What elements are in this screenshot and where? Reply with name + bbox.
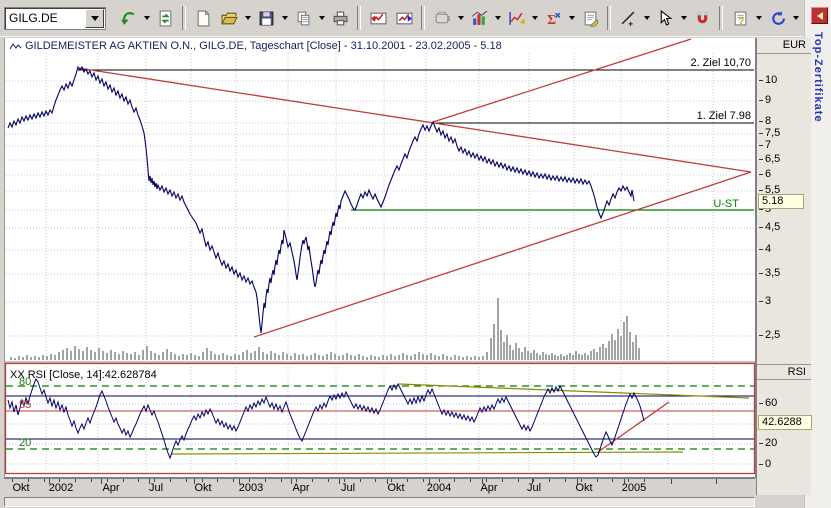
volume-bars [10, 298, 640, 360]
rsi-55-label: 55 [19, 399, 31, 411]
rotate-dropdown[interactable] [791, 7, 800, 29]
price-axis-label: 4,5 [758, 221, 781, 233]
open-dropdown[interactable] [243, 7, 252, 29]
target1-label: 1. Ziel 7.98 [697, 110, 751, 122]
properties-icon[interactable] [578, 6, 602, 30]
refresh-icon[interactable] [153, 6, 177, 30]
price-axis-label: 4 [758, 243, 772, 255]
price-axis-label: 3,5 [758, 267, 781, 279]
price-axis-label: 6 [758, 168, 772, 180]
chart-canvas[interactable]: 2. Ziel 10,70 1. Ziel 7.98 U-ST XX RSI [Clo… [4, 38, 756, 478]
chart-line-icon [9, 43, 22, 50]
price-axis-label: 7,5 [758, 127, 781, 139]
rsi-axis-label: 0 [758, 458, 772, 470]
collapse-panel-button[interactable] [811, 7, 828, 24]
time-axis-label: 2004 [426, 482, 452, 494]
support-label: U-ST [713, 198, 739, 210]
svg-text:Σ: Σ [547, 11, 556, 26]
back-icon[interactable] [116, 6, 140, 30]
pointer-tool-dropdown[interactable] [679, 7, 688, 29]
indicator-icon[interactable] [504, 6, 528, 30]
toolbar: GILG.DE Σ ? [0, 0, 804, 37]
target2-label: 2. Ziel 10,70 [690, 57, 751, 69]
svg-text:?: ? [738, 15, 744, 26]
copy-icon[interactable] [291, 6, 315, 30]
trendline-down [77, 67, 752, 173]
horizontal-scrollbar[interactable] [4, 497, 755, 507]
save-icon[interactable] [254, 6, 278, 30]
time-axis: Okt 2002 Apr Jul Okt 2003 Apr Jul Okt 2004 Apr Jul O… [4, 478, 755, 496]
price-axis-label: 10 [758, 74, 778, 86]
rsi-axis-header: RSI [757, 364, 811, 380]
symbol-combobox-dropdown[interactable] [85, 8, 104, 28]
price-axis-header: EUR [757, 38, 811, 54]
rsi-olive-bottom [170, 451, 684, 455]
current-rsi-tag: 42.6288 [758, 415, 812, 430]
time-axis-label: Okt [194, 482, 212, 494]
rsi-title: XX RSI [Close, 14]:42.628784 [10, 369, 157, 381]
strategy-icon[interactable]: Σ [541, 6, 565, 30]
indicator-dropdown[interactable] [530, 7, 539, 29]
current-price-tag: 5.18 [758, 194, 804, 209]
open-folder-icon[interactable] [217, 6, 241, 30]
notes-icon[interactable]: ? [728, 6, 752, 30]
template-icon[interactable] [430, 6, 454, 30]
time-axis-label: 2002 [48, 482, 74, 494]
rsi-axis-label: 60 [758, 397, 778, 409]
time-axis-label: Jul [340, 482, 356, 494]
price-line [7, 65, 635, 334]
time-axis-label: Apr [102, 482, 120, 494]
time-axis-label: Okt [387, 482, 405, 494]
magnet-icon[interactable] [690, 6, 714, 30]
time-axis-label: Apr [480, 482, 498, 494]
time-axis-label: Okt [575, 482, 593, 494]
time-axis-label: 2005 [621, 482, 647, 494]
chart-svg: 2. Ziel 10,70 1. Ziel 7.98 U-ST XX RSI [Clo… [5, 38, 755, 475]
symbol-combobox[interactable]: GILG.DE [4, 6, 106, 30]
new-document-icon[interactable] [191, 6, 215, 30]
time-axis-label: 2003 [238, 482, 264, 494]
chart-type-icon[interactable] [467, 6, 491, 30]
chart-next-icon[interactable] [392, 6, 416, 30]
app-window: { "window": {"accent_red": "#c23b3b", "a… [0, 0, 831, 508]
back-dropdown[interactable] [142, 7, 151, 29]
rsi-line [7, 377, 645, 460]
time-axis-label: Jul [526, 482, 542, 494]
value-axis-panel: EUR 10 9 8 7,5 7 6,5 6 5,5 5 4,5 4 3,5 3 2,5 RSI 60 20… [756, 38, 812, 495]
line-tool-icon[interactable] [616, 6, 640, 30]
rsi-80-label: 80 [19, 376, 31, 388]
time-axis-label: Okt [12, 482, 30, 494]
time-axis-label: Jul [148, 482, 164, 494]
print-icon[interactable] [328, 6, 352, 30]
price-axis-label: 8 [758, 115, 772, 127]
copy-dropdown[interactable] [317, 7, 326, 29]
pointer-tool-icon[interactable] [653, 6, 677, 30]
tab-top-zertifikate[interactable]: Top-Zertifikate [812, 32, 824, 123]
notes-dropdown[interactable] [754, 7, 763, 29]
arrow-left-icon [816, 11, 823, 20]
rsi-axis-label: 20 [758, 437, 778, 449]
rsi-20-label: 20 [19, 437, 31, 449]
chart-type-dropdown[interactable] [493, 7, 502, 29]
template-dropdown[interactable] [456, 7, 465, 29]
rotate-icon[interactable] [765, 6, 789, 30]
price-axis-label: 7 [758, 139, 772, 151]
chart-prev-icon[interactable] [366, 6, 390, 30]
save-dropdown[interactable] [280, 7, 289, 29]
line-tool-dropdown[interactable] [642, 7, 651, 29]
trendline-up [253, 171, 752, 338]
chart-title: GILDEMEISTER AG AKTIEN O.N., GILG.DE, Ta… [9, 40, 502, 52]
price-axis-label: 6,5 [758, 153, 781, 165]
time-axis-label: Apr [292, 482, 310, 494]
price-axis-label: 2,5 [758, 329, 781, 341]
price-axis-label: 9 [758, 94, 772, 106]
strategy-dropdown[interactable] [567, 7, 576, 29]
symbol-combobox-value: GILG.DE [9, 11, 58, 25]
price-axis-label: 3 [758, 295, 772, 307]
